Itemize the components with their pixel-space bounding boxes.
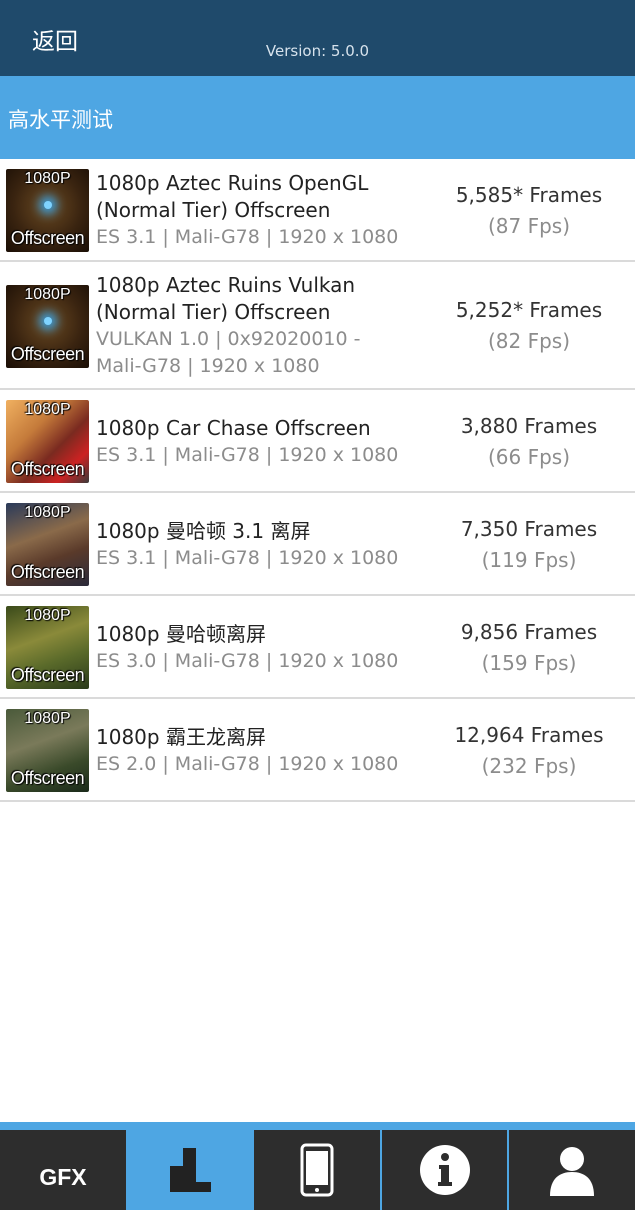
test-result-row[interactable]: 1080P Offscreen 1080p 霸王龙离屏 ES 2.0 | Mali-G…: [0, 699, 635, 802]
fps-value: (232 Fps): [481, 754, 577, 778]
test-thumbnail: 1080P Offscreen: [6, 400, 89, 483]
test-info: 1080p 曼哈顿 3.1 离屏 ES 3.1 | Mali-G78 | 1920…: [96, 518, 436, 572]
test-score: 12,964 Frames (232 Fps): [440, 720, 618, 782]
test-result-row[interactable]: 1080P Offscreen 1080p Car Chase Offscreen E…: [0, 390, 635, 493]
tab-info[interactable]: [382, 1130, 507, 1210]
test-score: 3,880 Frames (66 Fps): [440, 411, 618, 473]
test-name: 1080p 霸王龙离屏: [96, 725, 266, 749]
section-title: 高水平测试: [8, 108, 113, 132]
frames-value: 3,880 Frames: [460, 414, 598, 438]
thumbnail-offscreen: Offscreen: [10, 459, 85, 479]
test-name: 1080p Car Chase Offscreen: [96, 416, 371, 440]
test-result-row[interactable]: 1080P Offscreen 1080p 曼哈顿 3.1 离屏 ES 3.1 | M…: [0, 493, 635, 596]
test-spec: ES 2.0 | Mali-G78 | 1920 x 1080: [96, 753, 399, 775]
thumbnail-resolution: 1080P: [24, 286, 71, 303]
test-spec: VULKAN 1.0 | 0x92020010 -: [96, 328, 361, 350]
bar-chart-icon: [128, 1130, 252, 1210]
test-info: 1080p Aztec Ruins OpenGL (Normal Tier) Of…: [96, 170, 436, 251]
thumbnail-resolution: 1080P: [24, 710, 71, 727]
test-name: 1080p 曼哈顿离屏: [96, 622, 266, 646]
gfx-tab-label: GFX: [39, 1164, 87, 1190]
test-result-row[interactable]: 1080P Offscreen 1080p Aztec Ruins OpenGL (N…: [0, 159, 635, 262]
test-thumbnail: 1080P Offscreen: [6, 285, 89, 368]
user-icon: [509, 1130, 635, 1210]
test-spec: ES 3.0 | Mali-G78 | 1920 x 1080: [96, 650, 399, 672]
test-name: 1080p Aztec Ruins OpenGL: [96, 171, 369, 195]
test-score: 5,585* Frames (87 Fps): [440, 180, 618, 242]
test-result-row[interactable]: 1080P Offscreen 1080p 曼哈顿离屏 ES 3.0 | Mali-G…: [0, 596, 635, 699]
test-spec: Mali-G78 | 1920 x 1080: [96, 355, 320, 377]
fps-value: (87 Fps): [487, 214, 571, 238]
thumbnail-glow: [44, 317, 52, 325]
thumbnail-resolution: 1080P: [24, 401, 71, 418]
frames-value: 7,350 Frames: [460, 517, 598, 541]
frames-value: 12,964 Frames: [454, 723, 604, 747]
fps-value: (119 Fps): [481, 548, 577, 572]
fps-value: (82 Fps): [487, 329, 571, 353]
test-results-list: 1080P Offscreen 1080p Aztec Ruins OpenGL (N…: [0, 159, 635, 802]
test-info: 1080p 曼哈顿离屏 ES 3.0 | Mali-G78 | 1920 x 10…: [96, 621, 436, 675]
bottom-navigation: GFX: [0, 1122, 635, 1210]
tab-profile[interactable]: [509, 1130, 635, 1210]
thumbnail-offscreen: Offscreen: [10, 344, 85, 364]
test-spec: ES 3.1 | Mali-G78 | 1920 x 1080: [96, 444, 399, 466]
thumbnail-glow: [44, 201, 52, 209]
test-thumbnail: 1080P Offscreen: [6, 503, 89, 586]
test-result-row[interactable]: 1080P Offscreen 1080p Aztec Ruins Vulkan (N…: [0, 262, 635, 390]
test-spec: ES 3.1 | Mali-G78 | 1920 x 1080: [96, 547, 399, 569]
test-name: 1080p 曼哈顿 3.1 离屏: [96, 519, 311, 543]
fps-value: (159 Fps): [481, 651, 577, 675]
test-name: (Normal Tier) Offscreen: [96, 198, 331, 222]
test-info: 1080p Aztec Ruins Vulkan (Normal Tier) Of…: [96, 272, 436, 380]
frames-value: 5,252* Frames: [455, 298, 603, 322]
section-header: 高水平测试: [0, 76, 635, 159]
test-info: 1080p 霸王龙离屏 ES 2.0 | Mali-G78 | 1920 x 10…: [96, 724, 436, 778]
test-name: 1080p Aztec Ruins Vulkan: [96, 273, 356, 297]
thumbnail-offscreen: Offscreen: [10, 228, 85, 248]
top-app-bar: 返回 Version: 5.0.0: [0, 0, 635, 76]
tab-results[interactable]: [128, 1130, 252, 1210]
thumbnail-resolution: 1080P: [24, 170, 71, 187]
thumbnail-offscreen: Offscreen: [10, 768, 85, 788]
fps-value: (66 Fps): [487, 445, 571, 469]
test-thumbnail: 1080P Offscreen: [6, 606, 89, 689]
tab-gfx[interactable]: GFX: [0, 1130, 126, 1210]
test-score: 7,350 Frames (119 Fps): [440, 514, 618, 576]
thumbnail-resolution: 1080P: [24, 607, 71, 624]
test-thumbnail: 1080P Offscreen: [6, 709, 89, 792]
test-info: 1080p Car Chase Offscreen ES 3.1 | Mali-G…: [96, 415, 436, 469]
info-icon: [382, 1130, 507, 1210]
version-label: Version: 5.0.0: [265, 42, 370, 60]
test-thumbnail: 1080P Offscreen: [6, 169, 89, 252]
test-score: 9,856 Frames (159 Fps): [440, 617, 618, 679]
test-spec: ES 3.1 | Mali-G78 | 1920 x 1080: [96, 226, 399, 248]
frames-value: 5,585* Frames: [455, 183, 603, 207]
test-name: (Normal Tier) Offscreen: [96, 300, 331, 324]
thumbnail-offscreen: Offscreen: [10, 562, 85, 582]
phone-icon: [254, 1130, 380, 1210]
thumbnail-resolution: 1080P: [24, 504, 71, 521]
tab-device[interactable]: [254, 1130, 380, 1210]
test-score: 5,252* Frames (82 Fps): [440, 295, 618, 357]
thumbnail-offscreen: Offscreen: [10, 665, 85, 685]
frames-value: 9,856 Frames: [460, 620, 598, 644]
